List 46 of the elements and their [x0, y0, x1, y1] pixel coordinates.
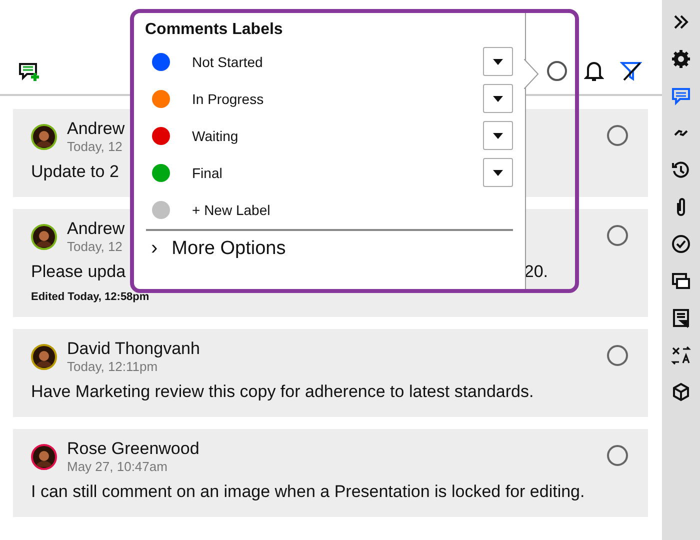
label-name[interactable]: In Progress: [192, 90, 264, 106]
author-name: Andrew: [67, 119, 125, 139]
status-circle-icon[interactable]: [546, 60, 568, 82]
translate-icon[interactable]: [671, 345, 691, 365]
comment-text: Please upda: [31, 261, 126, 283]
more-options-link[interactable]: More Options: [172, 238, 286, 260]
label-name[interactable]: + New Label: [192, 202, 270, 218]
resolve-radio[interactable]: [607, 125, 628, 146]
dropdown-button[interactable]: [483, 158, 513, 187]
caret-icon: [493, 58, 503, 64]
resolve-radio[interactable]: [607, 445, 628, 466]
caret-icon: [493, 96, 503, 102]
dropdown-button[interactable]: [483, 121, 513, 150]
popup-title: Comments Labels: [145, 21, 284, 39]
settings-icon[interactable]: [671, 49, 691, 69]
dropdown-button[interactable]: [483, 84, 513, 113]
comment-text: Update to 2: [31, 161, 119, 183]
check-circle-icon[interactable]: [671, 234, 691, 254]
caret-icon: [493, 132, 503, 138]
comment-icon[interactable]: [671, 86, 691, 106]
dropdown-button[interactable]: [483, 47, 513, 76]
author-name: Andrew: [67, 219, 125, 239]
chevron-icon[interactable]: ›: [151, 237, 158, 260]
comment-time: May 27, 10:47am: [67, 459, 168, 474]
resolve-radio[interactable]: [607, 225, 628, 246]
comment-time: Today, 12: [67, 239, 124, 254]
resolve-radio[interactable]: [607, 345, 628, 366]
cube-icon[interactable]: [671, 382, 691, 402]
filter-icon[interactable]: [620, 60, 642, 82]
note-icon[interactable]: [671, 308, 691, 328]
comment-time: Today, 12:11pm: [67, 359, 159, 374]
edited-note: Edited Today, 12:58pm: [31, 291, 150, 303]
caret-icon: [493, 170, 503, 176]
author-name: Rose Greenwood: [67, 439, 200, 459]
bell-icon[interactable]: [584, 60, 604, 82]
history-icon[interactable]: [671, 160, 691, 180]
comment-text: I can still comment on an image when a Presentation is locked for editing.: [31, 481, 585, 503]
label-name[interactable]: Not Started: [192, 54, 263, 70]
label-name[interactable]: Final: [192, 164, 222, 180]
label-name[interactable]: Waiting: [192, 128, 238, 144]
comment-text: 20.: [524, 261, 548, 283]
add-comment-icon[interactable]: [18, 62, 40, 82]
comment-text: Have Marketing review this copy for adherence to latest standards.: [31, 381, 534, 403]
author-name: David Thongvanh: [67, 339, 200, 359]
comment-time: Today, 12: [67, 139, 124, 154]
comments-icon[interactable]: [671, 271, 691, 291]
